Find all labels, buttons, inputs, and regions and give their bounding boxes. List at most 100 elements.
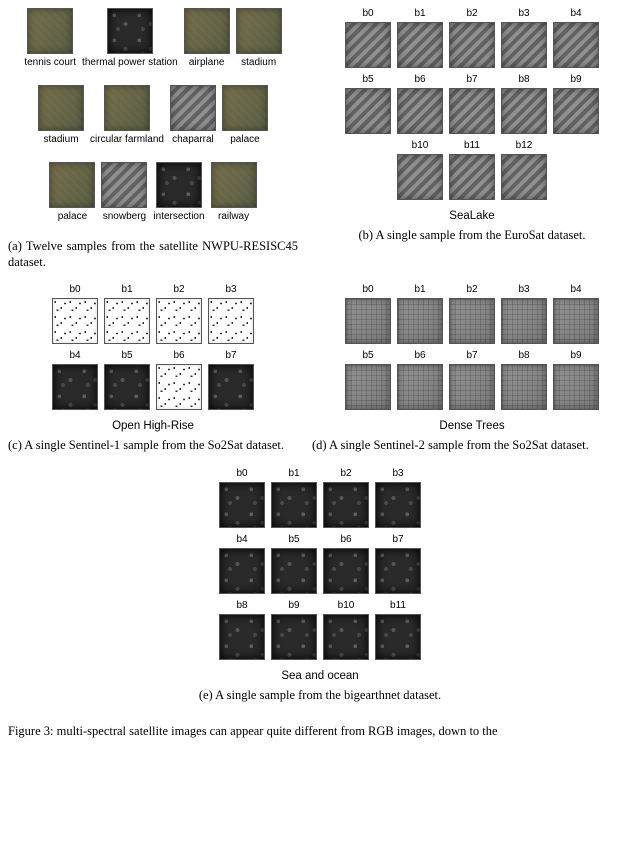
band-tile: b0 xyxy=(345,8,391,68)
subfigure-d: b0 b1 b2 b3 b4 b5 b6 b7 b8 b9 Dense Tree… xyxy=(312,284,632,454)
band-tile: b11 xyxy=(449,140,495,200)
band-image xyxy=(271,482,317,528)
band-image xyxy=(501,364,547,410)
band-label: b3 xyxy=(518,8,529,19)
band-image xyxy=(345,22,391,68)
band-label: b4 xyxy=(570,8,581,19)
band-label: b0 xyxy=(236,468,247,479)
subfigure-b-class: SeaLake xyxy=(449,210,494,222)
subfigure-e: b0 b1 b2 b3 b4 b5 b6 b7 b8 b9 b10 b11 Se… xyxy=(8,468,632,704)
band-label: b1 xyxy=(121,284,132,295)
subfigure-e-class: Sea and ocean xyxy=(281,670,358,682)
subfigure-c-class: Open High-Rise xyxy=(112,420,194,432)
sample-tile: chaparral xyxy=(170,85,216,156)
band-tile: b1 xyxy=(397,8,443,68)
band-tile: b4 xyxy=(553,284,599,344)
band-label: b2 xyxy=(173,284,184,295)
sat-image xyxy=(49,162,95,208)
band-label: b2 xyxy=(466,284,477,295)
band-tile: b5 xyxy=(271,534,317,594)
band-image xyxy=(271,614,317,660)
band-label: b3 xyxy=(518,284,529,295)
band-tile: b3 xyxy=(501,8,547,68)
class-label: palace xyxy=(230,134,259,156)
band-label: b6 xyxy=(340,534,351,545)
band-image xyxy=(397,154,443,200)
band-label: b2 xyxy=(466,8,477,19)
class-label: snowberg xyxy=(103,211,146,233)
band-tile: b3 xyxy=(501,284,547,344)
sat-image xyxy=(101,162,147,208)
band-label: b8 xyxy=(518,350,529,361)
subfigure-c-grid: b0 b1 b2 b3 b4 b5 b6 b7 Open High-Rise xyxy=(52,284,254,438)
band-tile: b10 xyxy=(323,600,369,660)
band-tile: b3 xyxy=(208,284,254,344)
band-tile: b4 xyxy=(553,8,599,68)
band-label: b12 xyxy=(516,140,533,151)
band-tile: b1 xyxy=(271,468,317,528)
band-tile: b4 xyxy=(219,534,265,594)
band-image xyxy=(397,22,443,68)
band-image xyxy=(501,22,547,68)
sample-tile: snowberg xyxy=(101,162,147,233)
band-image xyxy=(156,298,202,344)
band-tile: b4 xyxy=(52,350,98,410)
band-image xyxy=(219,482,265,528)
band-label: b9 xyxy=(570,74,581,85)
band-label: b5 xyxy=(362,74,373,85)
band-label: b3 xyxy=(225,284,236,295)
band-label: b4 xyxy=(69,350,80,361)
subfigure-b: b0 b1 b2 b3 b4 b5 b6 b7 b8 b9 b10 b11 b1… xyxy=(312,8,632,270)
sat-image xyxy=(27,8,73,54)
band-label: b5 xyxy=(121,350,132,361)
band-tile: b7 xyxy=(449,74,495,134)
band-tile: b1 xyxy=(104,284,150,344)
band-label: b9 xyxy=(288,600,299,611)
band-tile: b8 xyxy=(501,350,547,410)
band-label: b7 xyxy=(392,534,403,545)
band-image xyxy=(553,364,599,410)
band-label: b6 xyxy=(173,350,184,361)
band-tile: b0 xyxy=(219,468,265,528)
band-tile: b3 xyxy=(375,468,421,528)
band-tile: b2 xyxy=(449,284,495,344)
subfigure-d-caption: (d) A single Sentinel-2 sample from the … xyxy=(312,438,632,454)
class-label: railway xyxy=(218,211,249,233)
band-tile: b6 xyxy=(156,350,202,410)
subfigure-a-grid: tennis court thermal power station airpl… xyxy=(24,8,281,239)
sat-image xyxy=(104,85,150,131)
band-label: b6 xyxy=(414,74,425,85)
subfigure-a: tennis court thermal power station airpl… xyxy=(8,8,298,270)
band-tile: b10 xyxy=(397,140,443,200)
band-label: b10 xyxy=(412,140,429,151)
band-tile: b11 xyxy=(375,600,421,660)
sample-tile: palace xyxy=(222,85,268,156)
band-image xyxy=(449,364,495,410)
band-image xyxy=(345,298,391,344)
band-label: b1 xyxy=(414,284,425,295)
band-label: b4 xyxy=(570,284,581,295)
band-image xyxy=(323,482,369,528)
band-label: b6 xyxy=(414,350,425,361)
band-tile: b2 xyxy=(323,468,369,528)
band-tile: b12 xyxy=(501,140,547,200)
band-image xyxy=(323,614,369,660)
band-tile: b9 xyxy=(553,350,599,410)
subfigure-b-caption: (b) A single sample from the EuroSat dat… xyxy=(312,228,632,244)
band-tile: b8 xyxy=(501,74,547,134)
band-tile: b8 xyxy=(219,600,265,660)
subfigure-c-caption: (c) A single Sentinel-1 sample from the … xyxy=(8,438,298,454)
band-image xyxy=(156,364,202,410)
band-label: b2 xyxy=(340,468,351,479)
sample-tile: thermal power station xyxy=(82,8,178,79)
band-tile: b5 xyxy=(104,350,150,410)
subfigure-c: b0 b1 b2 b3 b4 b5 b6 b7 Open High-Rise (… xyxy=(8,284,298,454)
band-tile: b6 xyxy=(397,74,443,134)
subfigure-e-grid: b0 b1 b2 b3 b4 b5 b6 b7 b8 b9 b10 b11 Se… xyxy=(219,468,421,688)
band-image xyxy=(397,364,443,410)
class-label: circular farmland xyxy=(90,134,164,156)
band-label: b0 xyxy=(362,284,373,295)
band-tile: b9 xyxy=(553,74,599,134)
subfigure-a-caption: (a) Twelve samples from the satellite NW… xyxy=(8,239,298,270)
band-label: b5 xyxy=(362,350,373,361)
